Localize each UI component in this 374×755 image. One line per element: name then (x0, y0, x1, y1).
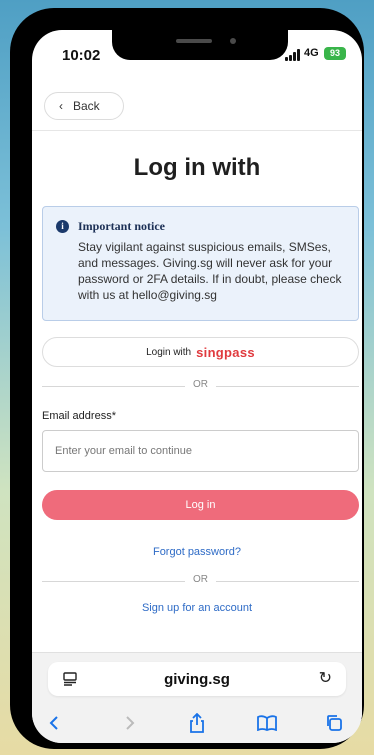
notice-title: Important notice (78, 219, 165, 233)
tabs-icon[interactable] (322, 711, 346, 735)
info-icon: i (56, 220, 69, 233)
email-label: Email address* (42, 410, 116, 422)
url-text: giving.sg (164, 671, 230, 688)
or-label: OR (193, 379, 208, 390)
important-notice: i Important notice Stay vigilant against… (42, 206, 359, 321)
signup-link[interactable]: Sign up for an account (32, 602, 362, 614)
speaker-icon (176, 39, 212, 43)
email-field[interactable] (42, 430, 359, 472)
login-button[interactable]: Log in (42, 490, 359, 520)
browser-forward-icon[interactable] (118, 711, 142, 735)
signal-icon (285, 49, 305, 61)
back-button[interactable]: ‹ Back (44, 92, 124, 120)
screen: 10:02 4G 93 ‹ Back Log in with i Importa… (32, 30, 362, 743)
or-divider: OR (42, 379, 359, 393)
status-bar: 10:02 4G 93 (32, 30, 362, 86)
camera-icon (230, 38, 236, 44)
browser-back-icon[interactable] (42, 711, 66, 735)
forgot-password-link[interactable]: Forgot password? (32, 546, 362, 558)
singpass-prefix: Login with (146, 346, 192, 358)
or-label-2: OR (193, 574, 208, 585)
address-bar[interactable]: giving.sg ↻ (48, 662, 346, 696)
reload-icon[interactable]: ↻ (319, 668, 332, 688)
back-label: Back (73, 99, 100, 113)
browser-toolbar (32, 703, 362, 743)
browser-chrome: giving.sg ↻ (32, 652, 362, 743)
phone-frame: 10:02 4G 93 ‹ Back Log in with i Importa… (10, 8, 364, 749)
or-divider-2: OR (42, 574, 359, 588)
singpass-logo: singpass (196, 344, 255, 360)
network-label: 4G (304, 47, 319, 59)
battery-icon: 93 (324, 47, 346, 60)
status-time: 10:02 (62, 47, 101, 64)
bookmarks-icon[interactable] (255, 711, 279, 735)
share-icon[interactable] (185, 711, 209, 735)
notice-body: Stay vigilant against suspicious emails,… (78, 240, 342, 302)
chevron-left-icon: ‹ (59, 99, 63, 113)
page-title: Log in with (133, 154, 261, 181)
notch (112, 30, 288, 60)
singpass-login-button[interactable]: Login with singpass (42, 337, 359, 367)
header-divider (32, 130, 362, 131)
